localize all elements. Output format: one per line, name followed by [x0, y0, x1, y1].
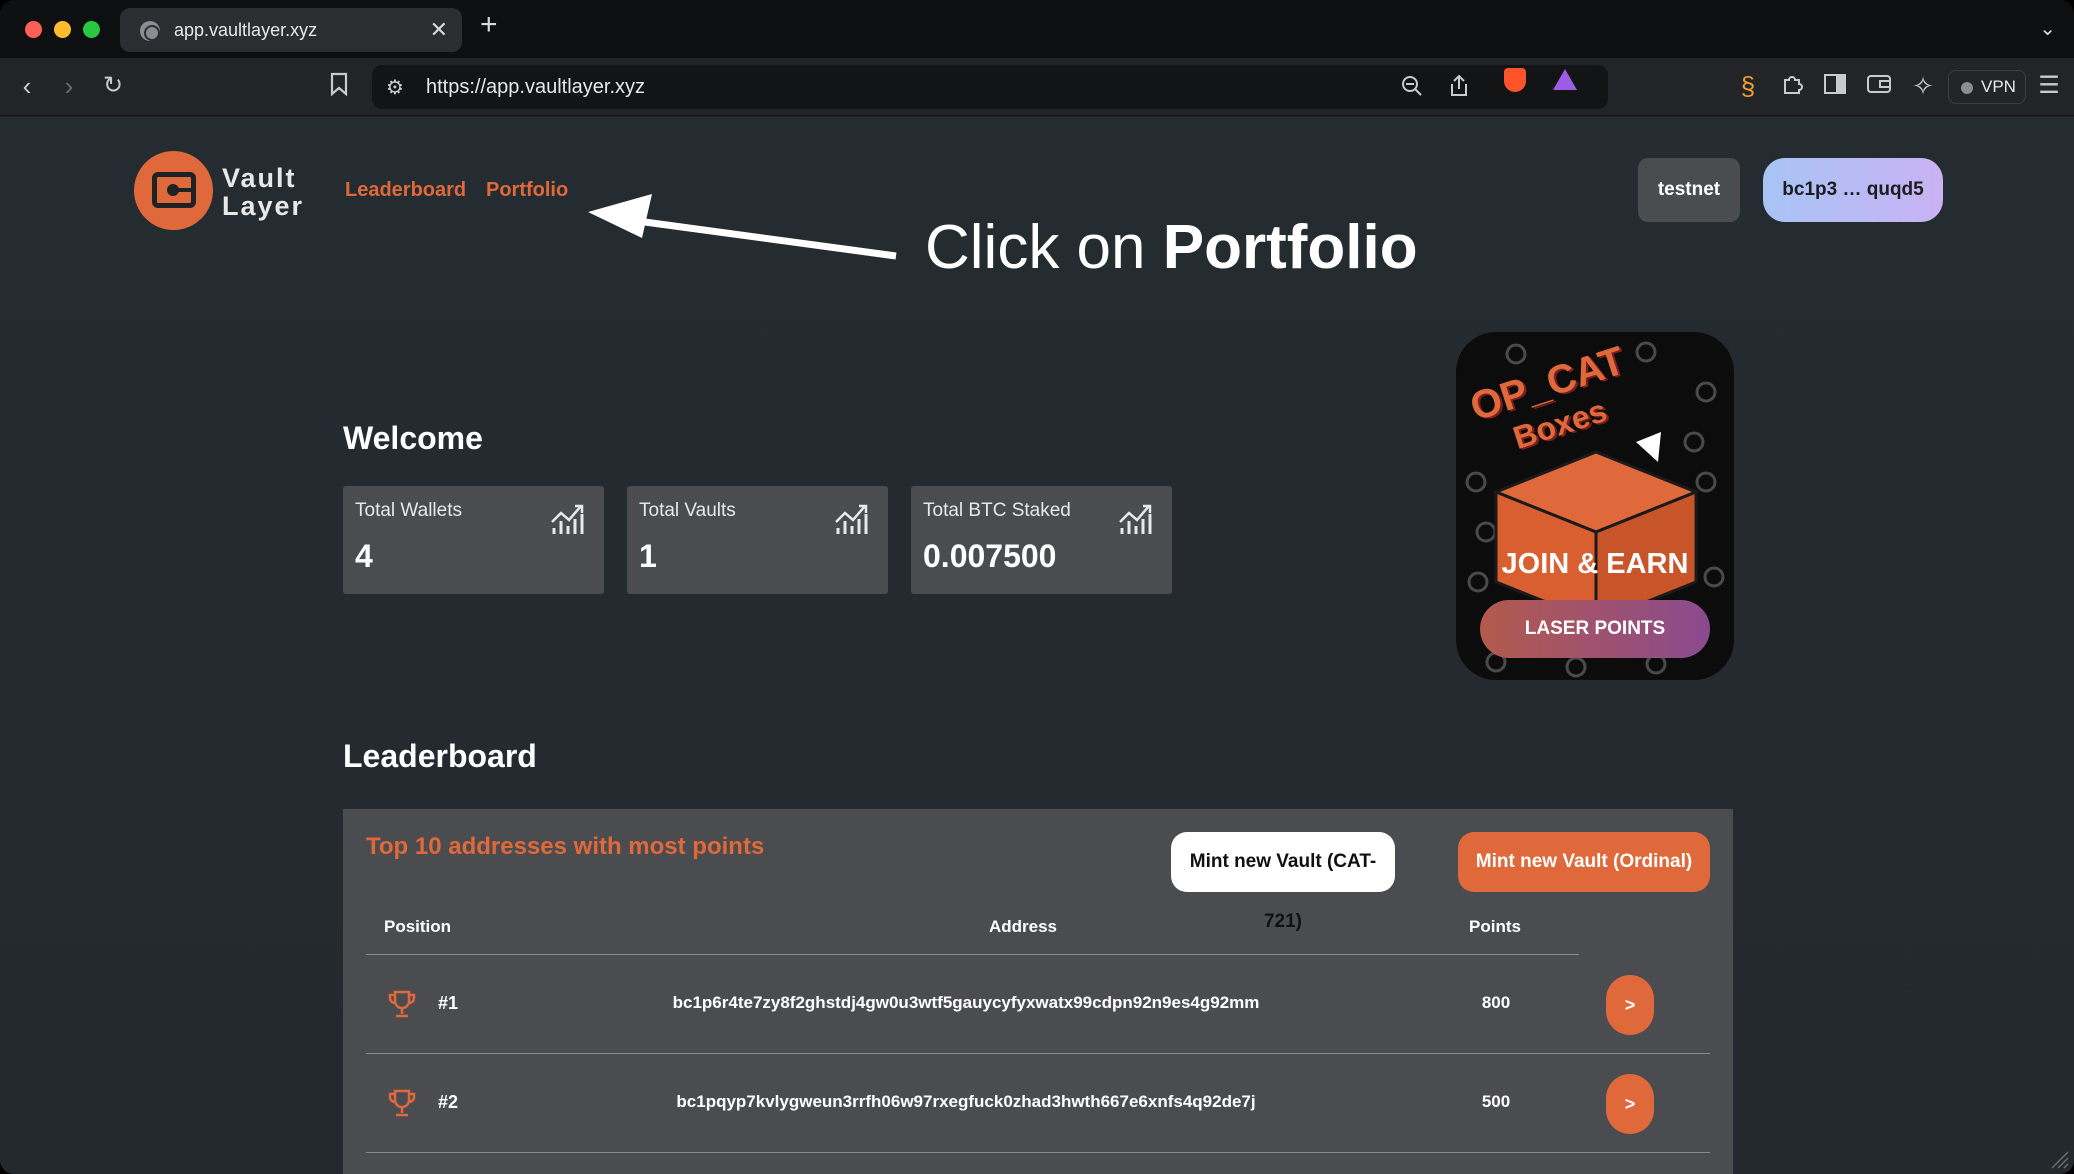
table-row: #2 bc1pqyp7kvlygweun3rrfh06w97rxegfuck0z…	[366, 1054, 1710, 1153]
vpn-status-icon	[1961, 82, 1973, 94]
row-position: #1	[438, 993, 459, 1013]
stat-value: 1	[639, 538, 657, 574]
annotation-target: Portfolio	[1162, 213, 1418, 282]
wallet-icon[interactable]	[1864, 72, 1894, 100]
vault-icon	[152, 172, 196, 208]
stat-card-btc-staked: Total BTC Staked 0.007500	[911, 486, 1172, 594]
reload-icon[interactable]: ↻	[98, 72, 128, 100]
logo-line-1: Vault	[222, 163, 297, 193]
annotation-text: Click on Portfolio	[925, 212, 1418, 283]
vpn-button[interactable]: VPN	[1948, 70, 2026, 104]
row-points: 800	[1481, 993, 1511, 1012]
leaderboard-subtitle: Top 10 addresses with most points	[366, 833, 765, 860]
stat-label: Total BTC Staked	[923, 500, 1071, 521]
tab-title: app.vaultlayer.xyz	[174, 20, 318, 40]
wallet-address-button[interactable]: bc1p3 … quqd5	[1763, 158, 1943, 222]
page-content: Vault Layer Leaderboard Portfolio testne…	[0, 116, 2074, 1174]
column-header-position: Position	[384, 917, 452, 936]
leo-ai-icon[interactable]: ✧	[1908, 72, 1938, 100]
url-text[interactable]: https://app.vaultlayer.xyz	[426, 76, 645, 99]
stat-value: 4	[355, 538, 373, 574]
chevron-down-icon[interactable]: ⌄	[2039, 16, 2056, 41]
vault-layer-logo-icon[interactable]	[134, 151, 213, 230]
maximize-window-button[interactable]	[83, 21, 100, 38]
stat-value: 0.007500	[923, 538, 1057, 574]
share-icon[interactable]	[1448, 74, 1470, 104]
annotation-prefix: Click on	[925, 213, 1163, 282]
wallet-extension-icon[interactable]: §	[1733, 72, 1763, 100]
new-tab-button[interactable]: +	[480, 10, 498, 40]
globe-icon	[140, 21, 160, 41]
mint-vault-ordinal-button[interactable]: Mint new Vault (Ordinal)	[1458, 832, 1710, 892]
leaderboard-panel: Top 10 addresses with most points Mint n…	[343, 809, 1733, 1174]
leaderboard-heading: Leaderboard	[343, 738, 537, 774]
stat-label: Total Wallets	[355, 500, 462, 521]
browser-tab[interactable]: app.vaultlayer.xyz ✕	[120, 8, 462, 52]
resize-grip-icon[interactable]	[2046, 1146, 2070, 1170]
annotation-arrow-icon	[588, 194, 897, 260]
table-row: #1 bc1p6r4te7zy8f2ghstdj4gw0u3wtf5gauycy…	[366, 955, 1710, 1054]
tab-close-icon[interactable]: ✕	[430, 17, 448, 43]
stat-card-vaults: Total Vaults 1	[627, 486, 888, 594]
nav-portfolio[interactable]: Portfolio	[486, 179, 568, 202]
logo-text[interactable]: Vault Layer	[222, 164, 304, 220]
sidebar-icon[interactable]	[1820, 72, 1850, 100]
stat-card-wallets: Total Wallets 4	[343, 486, 604, 594]
tab-bar: app.vaultlayer.xyz ✕ + ⌄	[0, 0, 2074, 58]
laser-points-button[interactable]: LASER POINTS	[1480, 600, 1710, 658]
minimize-window-button[interactable]	[54, 21, 71, 38]
address-bar[interactable]: ⚙ https://app.vaultlayer.xyz	[372, 65, 1608, 109]
logo-line-2: Layer	[222, 191, 305, 221]
row-address: bc1p6r4te7zy8f2ghstdj4gw0u3wtf5gauycyfyx…	[672, 993, 1260, 1012]
row-details-button[interactable]: >	[1606, 975, 1654, 1035]
promo-headline: JOIN & EARN	[1501, 548, 1689, 580]
brave-shields-icon[interactable]	[1504, 68, 1526, 92]
chart-trend-icon	[551, 504, 584, 534]
chart-trend-icon	[1119, 504, 1152, 534]
mint-vault-cat721-button[interactable]: Mint new Vault (CAT-721)	[1171, 832, 1395, 932]
trophy-icon	[388, 990, 416, 1018]
browser-window: app.vaultlayer.xyz ✕ + ⌄ ‹ › ↻ ⚙ https:/…	[0, 0, 2074, 1174]
extensions-icon[interactable]	[1777, 72, 1807, 101]
column-header-address: Address	[988, 917, 1058, 936]
row-position: #2	[438, 1092, 459, 1112]
trophy-icon	[388, 1089, 416, 1117]
nav-leaderboard[interactable]: Leaderboard	[345, 179, 466, 202]
zoom-out-icon[interactable]	[1400, 74, 1424, 104]
browser-toolbar: ‹ › ↻ ⚙ https://app.vaultlayer.xyz § ✧ V…	[0, 58, 2074, 116]
close-window-button[interactable]	[25, 21, 42, 38]
row-address: bc1pqyp7kvlygweun3rrfh06w97rxegfuck0zhad…	[676, 1092, 1256, 1111]
stat-label: Total Vaults	[639, 500, 736, 521]
promo-banner[interactable]: OP_CAT Boxes JOIN & EARN LASER POINTS	[1456, 332, 1734, 680]
forward-icon[interactable]: ›	[54, 72, 84, 100]
row-points: 500	[1481, 1092, 1511, 1111]
vpn-label: VPN	[1981, 77, 2016, 96]
back-icon[interactable]: ‹	[12, 72, 42, 100]
column-header-points: Points	[1469, 917, 1521, 936]
welcome-heading: Welcome	[343, 420, 483, 456]
menu-icon[interactable]: ☰	[2034, 72, 2064, 100]
cat-box-icon	[1491, 432, 1701, 622]
bookmark-icon[interactable]	[324, 72, 354, 101]
network-badge[interactable]: testnet	[1638, 158, 1740, 222]
row-divider	[366, 1152, 1710, 1153]
site-settings-icon[interactable]: ⚙	[386, 75, 404, 100]
brave-rewards-icon[interactable]	[1553, 69, 1577, 90]
chart-trend-icon	[835, 504, 868, 534]
row-details-button[interactable]: >	[1606, 1074, 1654, 1134]
